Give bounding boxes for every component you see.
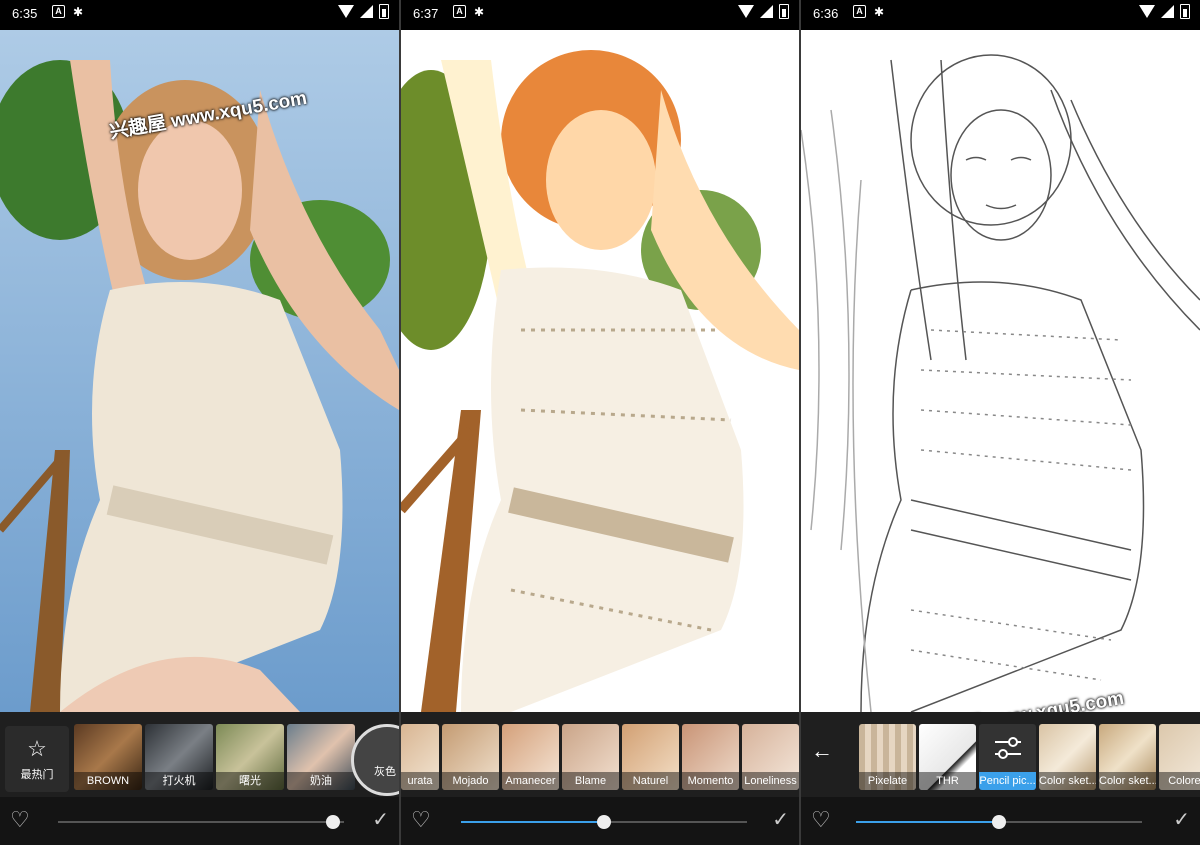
back-arrow-icon[interactable]: ← bbox=[811, 738, 833, 764]
filter-label: BROWN bbox=[74, 772, 142, 790]
filter-thumb[interactable]: BROWN bbox=[74, 724, 142, 790]
filter-bar: ☆ 最热门 BROWN 打火机 曙光 奶油 灰色 bbox=[0, 712, 399, 797]
hot-filters-button[interactable]: ☆ 最热门 bbox=[5, 726, 69, 792]
filter-thumb[interactable]: 打火机 bbox=[145, 724, 213, 790]
a-icon: A bbox=[453, 5, 466, 18]
filter-label: Momento bbox=[682, 772, 739, 790]
check-icon[interactable]: ✓ bbox=[372, 809, 389, 831]
filter-thumb[interactable]: Blame bbox=[562, 724, 619, 790]
filter-label: Color sket... bbox=[1039, 772, 1096, 790]
status-bar: 6:36 A ✱ bbox=[801, 0, 1200, 30]
filter-bar: urata Mojado Amanecer Blame Naturel Mome… bbox=[401, 712, 799, 797]
heart-icon[interactable]: ♡ bbox=[411, 809, 431, 831]
filter-label: Mojado bbox=[442, 772, 499, 790]
gear-icon: ✱ bbox=[874, 5, 885, 19]
filter-label: Color sket... bbox=[1099, 772, 1156, 790]
gear-icon: ✱ bbox=[73, 5, 84, 19]
control-bar: ♡ ✓ bbox=[0, 797, 399, 845]
filter-thumb[interactable]: urata bbox=[401, 724, 439, 790]
filter-label: THR bbox=[919, 772, 976, 790]
signal-icon bbox=[1161, 5, 1174, 18]
status-time: 6:36 bbox=[813, 6, 839, 21]
wifi-icon bbox=[1139, 5, 1155, 18]
filter-thumb-round[interactable]: 灰色 bbox=[351, 724, 399, 796]
filter-thumb[interactable]: Colored bbox=[1159, 724, 1200, 790]
filter-label: Amanecer bbox=[502, 772, 559, 790]
filter-label: 曙光 bbox=[216, 772, 284, 790]
battery-icon bbox=[379, 4, 389, 19]
photo-preview bbox=[401, 30, 799, 712]
filter-label: urata bbox=[401, 772, 439, 790]
star-icon: ☆ bbox=[27, 736, 47, 761]
filter-thumb[interactable]: Momento bbox=[682, 724, 739, 790]
filter-thumb[interactable]: Amanecer bbox=[502, 724, 559, 790]
control-bar: ♡ ✓ bbox=[801, 797, 1200, 845]
filter-label: Pencil pic... bbox=[979, 772, 1036, 790]
filter-thumb[interactable]: Color sket... bbox=[1039, 724, 1096, 790]
filter-label: 灰色 bbox=[374, 766, 396, 778]
slider-fill bbox=[856, 821, 999, 823]
a-icon: A bbox=[52, 5, 65, 18]
intensity-slider[interactable] bbox=[58, 815, 344, 829]
gear-icon: ✱ bbox=[474, 5, 485, 19]
filter-label: Colored bbox=[1159, 772, 1200, 790]
check-icon[interactable]: ✓ bbox=[1173, 809, 1190, 831]
filter-thumb[interactable]: Mojado bbox=[442, 724, 499, 790]
intensity-slider[interactable] bbox=[856, 815, 1142, 829]
filter-thumb[interactable]: THR bbox=[919, 724, 976, 790]
filter-label: Naturel bbox=[622, 772, 679, 790]
wifi-icon bbox=[338, 5, 354, 18]
screen-original: 6:35 A ✱ 兴趣屋 www.xqu5.com ☆ 最热门 BROWN 打火… bbox=[0, 0, 399, 845]
filter-thumb[interactable]: 曙光 bbox=[216, 724, 284, 790]
filter-label: Pixelate bbox=[859, 772, 916, 790]
status-bar: 6:35 A ✱ bbox=[0, 0, 399, 30]
photo-preview bbox=[0, 30, 399, 712]
filter-thumb[interactable]: Loneliness bbox=[742, 724, 799, 790]
filter-label: 打火机 bbox=[145, 772, 213, 790]
status-time: 6:37 bbox=[413, 6, 439, 21]
filter-thumb[interactable]: Pixelate bbox=[859, 724, 916, 790]
intensity-slider[interactable] bbox=[461, 815, 747, 829]
slider-knob[interactable] bbox=[597, 815, 611, 829]
slider-fill bbox=[461, 821, 604, 823]
filter-thumb[interactable]: Color sket... bbox=[1099, 724, 1156, 790]
filter-label: Loneliness bbox=[742, 772, 799, 790]
screen-pencil-sketch: 6:36 A✱ 兴趣屋 www.xqu5.com ← Pixelate THR bbox=[801, 0, 1200, 845]
filter-label: 奶油 bbox=[287, 772, 355, 790]
screen-filter-bright: 6:37 A ✱ urata Mojado Amanecer Blame Natu… bbox=[401, 0, 799, 845]
signal-icon bbox=[360, 5, 373, 18]
slider-knob[interactable] bbox=[325, 815, 340, 829]
check-icon[interactable]: ✓ bbox=[772, 809, 789, 831]
adjust-sliders-icon[interactable] bbox=[979, 724, 1036, 772]
filter-thumb[interactable]: 奶油 bbox=[287, 724, 355, 790]
heart-icon[interactable]: ♡ bbox=[10, 809, 30, 831]
hot-label: 最热门 bbox=[20, 769, 54, 781]
filter-thumb-selected[interactable]: Pencil pic... bbox=[979, 724, 1036, 790]
status-time: 6:35 bbox=[12, 6, 38, 21]
status-bar: 6:37 A ✱ bbox=[401, 0, 799, 30]
photo-preview bbox=[801, 30, 1200, 712]
battery-icon bbox=[779, 4, 789, 19]
filter-label: Blame bbox=[562, 772, 619, 790]
control-bar: ♡ ✓ bbox=[401, 797, 799, 845]
battery-icon bbox=[1180, 4, 1190, 19]
wifi-icon bbox=[738, 5, 754, 18]
heart-icon[interactable]: ♡ bbox=[811, 809, 831, 831]
filter-thumb[interactable]: Naturel bbox=[622, 724, 679, 790]
signal-icon bbox=[760, 5, 773, 18]
a-icon: A bbox=[853, 5, 866, 18]
filter-bar: ← Pixelate THR Pencil pic... Color sket.… bbox=[801, 712, 1200, 797]
slider-knob[interactable] bbox=[992, 815, 1006, 829]
